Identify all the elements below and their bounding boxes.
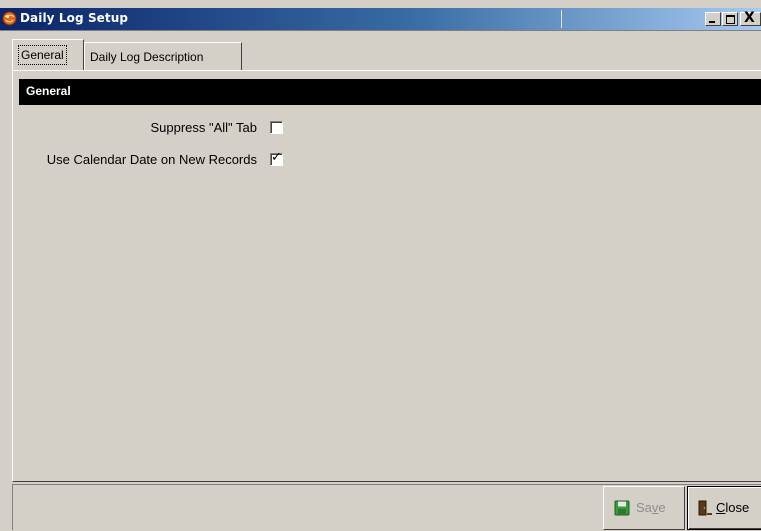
suppress-all-tab-label: Suppress "All" Tab — [150, 120, 257, 135]
tab-daily-log-description[interactable]: Daily Log Description — [84, 42, 242, 70]
floppy-disk-icon — [614, 500, 630, 516]
close-button[interactable]: Close — [687, 486, 761, 530]
close-button-label: Close — [716, 500, 750, 515]
tab-general[interactable]: General — [12, 39, 84, 70]
door-exit-icon — [698, 500, 712, 516]
use-calendar-date-checkbox[interactable]: ✓ — [270, 150, 283, 166]
check-mark-icon: ✓ — [271, 150, 282, 165]
window-title: Daily Log Setup — [20, 11, 129, 25]
maximize-button[interactable] — [722, 12, 738, 26]
close-window-button[interactable]: X — [740, 10, 761, 26]
title-bar[interactable]: Daily Log Setup X — [0, 8, 761, 31]
save-button[interactable]: Save — [603, 486, 685, 530]
close-icon: X — [744, 10, 755, 26]
use-calendar-date-label: Use Calendar Date on New Records — [46, 152, 257, 167]
daily-log-setup-window: Daily Log Setup X General Daily Log Desc… — [0, 0, 761, 531]
app-globe-icon — [2, 11, 17, 26]
save-button-label: Save — [636, 500, 666, 515]
suppress-all-tab-checkbox[interactable] — [270, 121, 283, 134]
section-header: General — [19, 79, 761, 105]
title-bar-divider — [560, 10, 562, 28]
minimize-button[interactable] — [705, 12, 721, 26]
general-panel: General Suppress "All" Tab Use Calendar … — [12, 70, 761, 482]
tab-general-label: General — [18, 45, 67, 65]
tab-daily-log-description-label: Daily Log Description — [90, 50, 204, 64]
